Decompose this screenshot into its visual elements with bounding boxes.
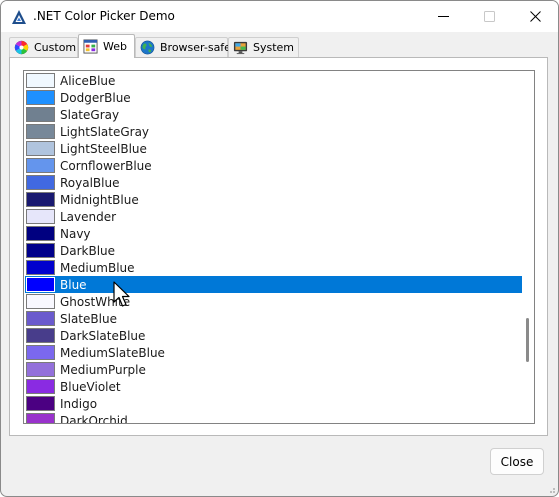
- color-name: AliceBlue: [60, 73, 116, 88]
- tab-web[interactable]: Web: [78, 34, 135, 58]
- tab-browser-safe[interactable]: Browser-safe: [135, 37, 231, 57]
- color-name: DodgerBlue: [60, 90, 131, 105]
- maximize-button[interactable]: [466, 1, 512, 32]
- tab-label: System: [253, 41, 295, 54]
- color-list-item[interactable]: BlueViolet: [25, 378, 522, 395]
- color-swatch: [26, 345, 55, 360]
- color-swatch: [26, 294, 55, 309]
- tab-label: Browser-safe: [160, 41, 231, 54]
- color-list-item[interactable]: CornflowerBlue: [25, 157, 522, 174]
- color-swatch: [26, 124, 55, 139]
- color-name: MidnightBlue: [60, 192, 139, 207]
- tab-system[interactable]: System: [228, 37, 299, 57]
- maximize-icon: [483, 11, 495, 22]
- scrollbar-thumb[interactable]: [526, 318, 529, 362]
- color-name: DarkBlue: [60, 243, 116, 258]
- palette-window-icon: [83, 39, 98, 54]
- web-colors-panel: AliceBlue DodgerBlue SlateGray LightSlateGr…: [9, 57, 548, 436]
- color-swatch: [26, 362, 55, 377]
- color-list-item[interactable]: DarkBlue: [25, 242, 522, 259]
- color-list-item[interactable]: Lavender: [25, 208, 522, 225]
- color-name: LightSteelBlue: [60, 141, 147, 156]
- color-list-item[interactable]: DarkOrchid: [25, 412, 522, 424]
- color-swatch: [26, 175, 55, 190]
- title-bar[interactable]: .NET Color Picker Demo: [1, 1, 558, 32]
- tab-label: Web: [103, 40, 127, 53]
- color-name: SlateGray: [60, 107, 120, 122]
- close-button[interactable]: Close: [490, 448, 544, 475]
- color-name: Lavender: [60, 209, 117, 224]
- color-name: BlueViolet: [60, 379, 121, 394]
- color-swatch: [26, 73, 55, 88]
- resize-grip-icon[interactable]: [546, 484, 556, 494]
- color-list-item[interactable]: MidnightBlue: [25, 191, 522, 208]
- mouse-pointer-icon: [113, 281, 130, 307]
- color-list-item[interactable]: RoyalBlue: [25, 174, 522, 191]
- color-list-item[interactable]: SlateGray: [25, 106, 522, 123]
- color-list-item[interactable]: SlateBlue: [25, 310, 522, 327]
- color-name: RoyalBlue: [60, 175, 120, 190]
- color-swatch: [26, 158, 55, 173]
- close-window-button[interactable]: [512, 1, 558, 32]
- color-name: Indigo: [60, 396, 98, 411]
- color-list-item[interactable]: LightSlateGray: [25, 123, 522, 140]
- color-swatch: [26, 90, 55, 105]
- color-swatch: [26, 311, 55, 326]
- vertical-scrollbar[interactable]: [521, 72, 533, 422]
- color-name: SlateBlue: [60, 311, 117, 326]
- color-list-item[interactable]: Navy: [25, 225, 522, 242]
- color-name: MediumBlue: [60, 260, 135, 275]
- color-list-items: AliceBlue DodgerBlue SlateGray LightSlateGr…: [25, 72, 522, 424]
- app-window: .NET Color Picker Demo Custom Web Browse…: [0, 0, 559, 497]
- color-name: LightSlateGray: [60, 124, 150, 139]
- color-swatch: [26, 107, 55, 122]
- color-list-item[interactable]: MediumSlateBlue: [25, 344, 522, 361]
- color-swatch: [26, 260, 55, 275]
- color-swatch: [26, 209, 55, 224]
- color-wheel-icon: [14, 40, 29, 55]
- color-name: CornflowerBlue: [60, 158, 152, 173]
- color-name: DarkSlateBlue: [60, 328, 146, 343]
- color-list-item[interactable]: DarkSlateBlue: [25, 327, 522, 344]
- color-list[interactable]: AliceBlue DodgerBlue SlateGray LightSlateGr…: [23, 70, 535, 424]
- color-name: Blue: [60, 277, 87, 292]
- color-swatch: [26, 192, 55, 207]
- color-list-item[interactable]: AliceBlue: [25, 72, 522, 89]
- color-name: DarkOrchid: [60, 413, 128, 424]
- tab-custom[interactable]: Custom: [9, 37, 78, 57]
- color-swatch: [26, 277, 55, 292]
- tab-label: Custom: [34, 41, 77, 54]
- color-swatch: [26, 396, 55, 411]
- color-swatch: [26, 328, 55, 343]
- color-list-item[interactable]: MediumBlue: [25, 259, 522, 276]
- color-swatch: [26, 226, 55, 241]
- app-logo-icon: [12, 10, 26, 24]
- color-name: MediumSlateBlue: [60, 345, 165, 360]
- color-swatch: [26, 413, 55, 423]
- color-list-item[interactable]: Indigo: [25, 395, 522, 412]
- color-list-item[interactable]: GhostWhite: [25, 293, 522, 310]
- monitor-icon: [233, 41, 248, 55]
- color-name: Navy: [60, 226, 91, 241]
- color-swatch: [26, 141, 55, 156]
- color-list-item[interactable]: Blue: [25, 276, 522, 293]
- minimize-button[interactable]: [420, 1, 466, 32]
- minimize-icon: [437, 16, 449, 17]
- globe-icon: [140, 40, 155, 55]
- color-swatch: [26, 243, 55, 258]
- color-list-item[interactable]: DodgerBlue: [25, 89, 522, 106]
- color-list-item[interactable]: LightSteelBlue: [25, 140, 522, 157]
- window-title: .NET Color Picker Demo: [33, 9, 175, 23]
- close-icon: [529, 11, 541, 22]
- color-list-item[interactable]: MediumPurple: [25, 361, 522, 378]
- color-name: MediumPurple: [60, 362, 146, 377]
- color-swatch: [26, 379, 55, 394]
